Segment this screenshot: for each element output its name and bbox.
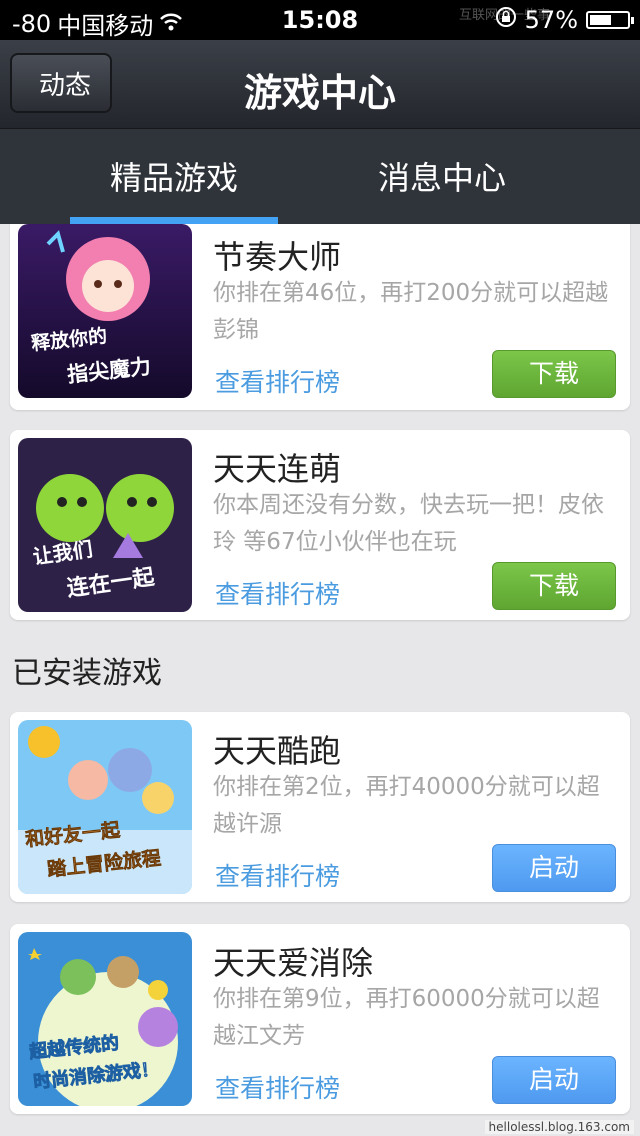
game-name: 天天爱消除 [213,944,374,982]
footer-watermark: hellolessl.blog.163.com [484,1120,634,1134]
tab-featured-games[interactable]: 精品游戏 [70,153,278,199]
view-leaderboard-link[interactable]: 查看排行榜 [215,575,340,611]
game-card-xiaochu[interactable]: 超越传统的 时尚消除游戏！ 天天爱消除 你排在第9位，再打60000分就可以超越… [10,924,630,1114]
game-thumbnail-xiaochu[interactable]: 超越传统的 时尚消除游戏！ [18,932,192,1106]
download-button[interactable]: 下载 [492,562,616,610]
game-name: 节奏大师 [213,238,342,276]
navigation-bar: 动态 游戏中心 [0,40,640,129]
tab-bar: 精品游戏 消息中心 [0,129,640,224]
game-description: 你排在第9位，再打60000分就可以超越江文芳 [213,986,600,1049]
installed-games-heading: 已安装游戏 [12,656,162,691]
game-thumbnail-jiezou[interactable]: 释放你的 指尖魔力 [18,224,192,398]
game-thumbnail-lianmeng[interactable]: 让我们 连在一起 [18,438,192,612]
game-card-kupao[interactable]: 和好友一起 踏上冒险旅程 天天酷跑 你排在第2位，再打40000分就可以超越许源… [10,712,630,902]
view-leaderboard-link[interactable]: 查看排行榜 [215,857,340,893]
game-name: 天天连萌 [213,450,342,488]
game-description: 你排在第2位，再打40000分就可以超越许源 [213,774,600,837]
battery-icon [586,11,634,29]
game-card-jiezou[interactable]: 释放你的 指尖魔力 节奏大师 你排在第46位，再打200分就可以超越彭锦 查看排… [10,224,630,410]
launch-button[interactable]: 启动 [492,844,616,892]
active-tab-indicator [70,217,278,224]
page-title: 游戏中心 [243,71,396,115]
download-button[interactable]: 下载 [492,350,616,398]
game-name: 天天酷跑 [213,732,342,770]
game-thumbnail-kupao[interactable]: 和好友一起 踏上冒险旅程 [18,720,192,894]
status-bar: -80 中国移动 15:08 互联网的一些事 57% [0,0,640,40]
game-card-lianmeng[interactable]: 让我们 连在一起 天天连萌 你本周还没有分数，快去玩一把！皮依玲 等67位小伙伴… [10,430,630,620]
launch-button[interactable]: 启动 [492,1056,616,1104]
view-leaderboard-link[interactable]: 查看排行榜 [215,363,340,399]
game-description: 你本周还没有分数，快去玩一把！皮依玲 等67位小伙伴也在玩 [213,492,604,555]
view-leaderboard-link[interactable]: 查看排行榜 [215,1069,340,1105]
rotation-lock-icon [495,6,517,34]
status-right: 57% [495,6,634,34]
game-description: 你排在第46位，再打200分就可以超越彭锦 [213,280,609,343]
tab-message-center[interactable]: 消息中心 [338,153,546,199]
game-list[interactable]: 释放你的 指尖魔力 节奏大师 你排在第46位，再打200分就可以超越彭锦 查看排… [0,224,640,1136]
battery-percent: 57% [524,6,578,34]
